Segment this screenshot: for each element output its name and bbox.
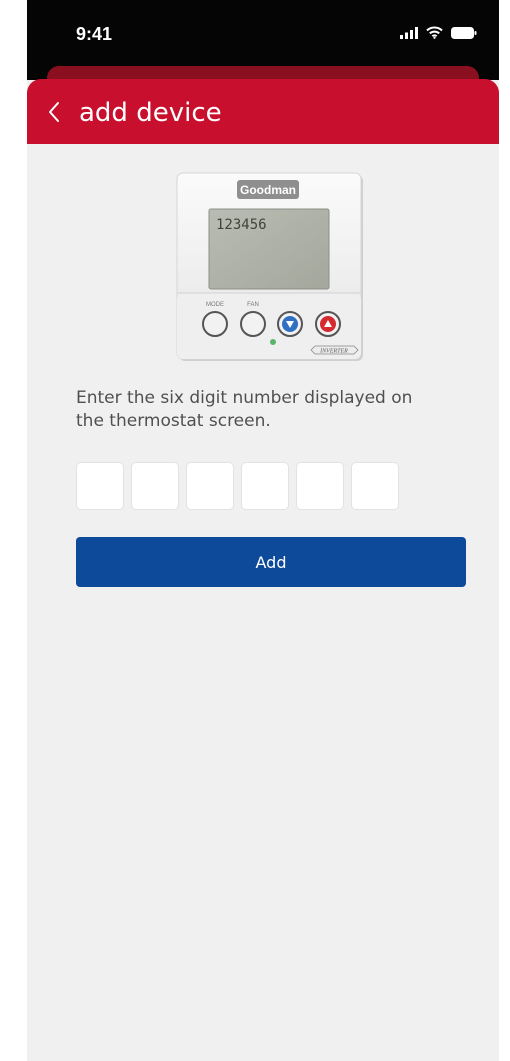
thermostat-badge-label: INVERTER (319, 349, 348, 355)
status-time: 9:41 (76, 24, 113, 44)
status-icons (400, 26, 477, 39)
add-button[interactable]: Add (76, 537, 466, 587)
thermostat-image: Goodman 123456 MODE FAN INVERTER (176, 172, 366, 364)
digit-input-5[interactable] (296, 462, 344, 510)
cellular-signal-icon (400, 26, 418, 39)
header-bar: add device (27, 79, 499, 144)
thermostat-fan-label: FAN (247, 302, 259, 308)
app-screen: 9:41 add device Goodman 123456 MODE FAN … (27, 0, 499, 1061)
thermostat-mode-label: MODE (206, 302, 224, 308)
instruction-text: Enter the six digit number displayed on … (76, 388, 413, 431)
back-button[interactable] (41, 95, 67, 129)
chevron-left-icon (49, 102, 59, 122)
thermostat-display-value: 123456 (216, 217, 267, 233)
digit-input-2[interactable] (131, 462, 179, 510)
thermostat-brand: Goodman (240, 183, 296, 197)
wifi-icon (426, 26, 443, 39)
code-input-row (76, 462, 399, 510)
digit-input-6[interactable] (351, 462, 399, 510)
digit-input-3[interactable] (186, 462, 234, 510)
digit-input-4[interactable] (241, 462, 289, 510)
page-title: add device (79, 98, 222, 128)
battery-icon (451, 26, 477, 39)
digit-input-1[interactable] (76, 462, 124, 510)
